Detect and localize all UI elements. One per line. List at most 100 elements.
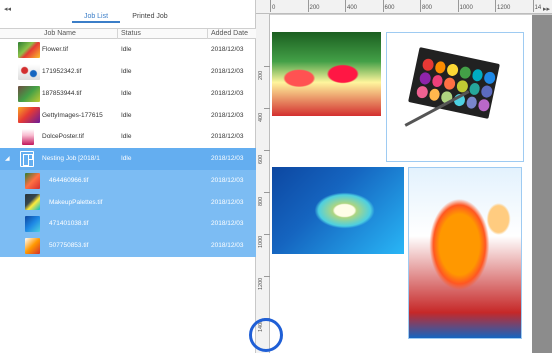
job-status	[121, 170, 201, 192]
horizontal-ruler: 0 200 400 600 800 1000 1200 14	[256, 0, 552, 14]
job-name: 507750853.tif	[49, 242, 89, 250]
job-added-date: 2018/12/03	[211, 242, 244, 250]
media-canvas[interactable]	[270, 15, 532, 353]
job-added-date: 2018/12/03	[211, 155, 244, 163]
ruler-tick-label: 600	[258, 154, 264, 164]
ruler-tick-label: 400	[344, 0, 358, 12]
highlight-circle	[249, 318, 283, 352]
expand-toggle-icon[interactable]: ◢	[5, 155, 10, 162]
swatch	[468, 81, 482, 96]
nested-job-row[interactable]: 464460966.tif 2018/12/03	[0, 169, 256, 192]
job-name: 464460966.tif	[49, 176, 89, 184]
job-status	[121, 191, 201, 213]
job-added-date: 2018/12/03	[211, 220, 244, 228]
job-status: Idle	[121, 46, 132, 54]
column-added-date[interactable]: Added Date	[208, 29, 256, 39]
job-thumbnail	[25, 237, 40, 254]
job-status: Idle	[121, 68, 132, 76]
job-status: Idle	[121, 89, 132, 97]
job-name: 471401038.tif	[49, 220, 89, 228]
job-row[interactable]: DolcePoster.tif Idle 2018/12/03	[0, 126, 256, 148]
job-row[interactable]: GettyImages-177615 Idle 2018/12/03	[0, 104, 256, 126]
image-507750853[interactable]	[408, 167, 522, 339]
job-added-date: 2018/12/03	[211, 68, 244, 76]
swatch	[483, 70, 497, 85]
ruler-tick-label: 0	[269, 0, 276, 12]
ruler-tick-label: 1000	[258, 235, 264, 248]
job-status	[121, 235, 201, 257]
vertical-ruler: 200 400 600 800 1000 1200 1400	[256, 14, 270, 353]
swatch	[430, 74, 444, 89]
swatch	[443, 76, 457, 91]
ruler-tick-label: 200	[258, 70, 264, 80]
ruler-tick-label: 1200	[258, 277, 264, 290]
ruler-tick-label: 800	[419, 0, 433, 12]
tab-job-list[interactable]: Job List	[72, 11, 120, 23]
job-name: 187853944.tif	[42, 89, 82, 97]
media-margin	[532, 15, 552, 353]
nested-job-row[interactable]: 507750853.tif 2018/12/03	[0, 234, 256, 257]
swatch	[465, 95, 479, 110]
job-status: Idle	[121, 111, 132, 119]
ruler-tick-label: 1000	[457, 0, 473, 12]
job-thumbnail	[18, 42, 40, 58]
ruler-tick-label: 200	[307, 0, 320, 12]
column-job-name[interactable]: Job Name	[36, 29, 118, 39]
column-status[interactable]: Status	[118, 29, 208, 39]
swatch	[477, 98, 491, 113]
image-471401038[interactable]	[272, 167, 404, 254]
image-makeup-palettes[interactable]	[386, 32, 524, 162]
image-464460966[interactable]	[272, 32, 381, 116]
job-name: Flower.tif	[42, 46, 69, 54]
nested-job-row[interactable]: 471401038.tif 2018/12/03	[0, 213, 256, 235]
job-row[interactable]: 187853944.tif Idle 2018/12/03	[0, 83, 256, 105]
ruler-tick-label: 1200	[494, 0, 511, 12]
job-name: DolcePoster.tif	[42, 133, 84, 141]
swatch	[471, 68, 484, 83]
ruler-tick-label: 600	[382, 0, 395, 12]
job-added-date: 2018/12/03	[211, 176, 244, 184]
job-row[interactable]: 171952342.tif Idle 2018/12/03	[0, 61, 256, 83]
job-thumbnail	[25, 194, 40, 211]
job-added-date: 2018/12/03	[211, 46, 244, 54]
job-status: Idle	[121, 155, 132, 163]
swatch	[458, 65, 472, 80]
job-name: 171952342.tif	[42, 68, 82, 76]
ruler-tick-label: 14	[532, 0, 542, 12]
nested-job-row[interactable]: MakeupPalettes.tif 2018/12/03	[0, 191, 256, 213]
job-status	[121, 213, 201, 235]
expand-panel-icon[interactable]: ▸▸	[543, 5, 550, 13]
swatch	[446, 63, 460, 77]
job-added-date: 2018/12/03	[211, 198, 244, 206]
ruler-tick-label: 800	[258, 196, 264, 206]
tab-printed-job[interactable]: Printed Job	[126, 11, 174, 23]
job-table-header: Job Name Status Added Date	[0, 28, 256, 39]
layout-preview-panel: 0 200 400 600 800 1000 1200 14 ▸▸ 200 400 600 800 1…	[256, 0, 552, 353]
job-table-body: Flower.tif Idle 2018/12/03 171952342.tif Idl…	[0, 39, 256, 257]
job-added-date: 2018/12/03	[211, 111, 244, 119]
swatch	[421, 57, 435, 72]
job-added-date: 2018/12/03	[211, 133, 244, 141]
swatch	[415, 85, 429, 100]
job-tabs: Job List Printed Job	[72, 11, 180, 23]
job-row[interactable]: Flower.tif Idle 2018/12/03	[0, 39, 256, 61]
job-added-date: 2018/12/03	[211, 89, 244, 97]
job-thumbnail	[18, 85, 40, 102]
job-thumbnail	[18, 63, 40, 80]
job-thumbnail	[20, 150, 34, 167]
job-name: MakeupPalettes.tif	[49, 198, 103, 206]
job-status: Idle	[121, 133, 132, 141]
swatch	[428, 87, 441, 102]
swatch	[433, 60, 447, 75]
swatch	[480, 84, 494, 99]
job-row[interactable]: ◢ Nesting Job [2018/1 Idle 2018/12/03	[0, 147, 256, 170]
ruler-tick-label: 400	[258, 112, 264, 122]
job-thumbnail	[18, 107, 40, 124]
job-list-panel: ◂◂ Job List Printed Job Job Name Status …	[0, 0, 256, 353]
job-thumbnail	[25, 172, 40, 189]
job-name: GettyImages-177615	[42, 111, 103, 119]
job-thumbnail	[22, 129, 34, 145]
job-name: Nesting Job [2018/1	[42, 155, 100, 163]
collapse-panel-icon[interactable]: ◂◂	[4, 5, 11, 13]
swatch	[418, 71, 432, 86]
